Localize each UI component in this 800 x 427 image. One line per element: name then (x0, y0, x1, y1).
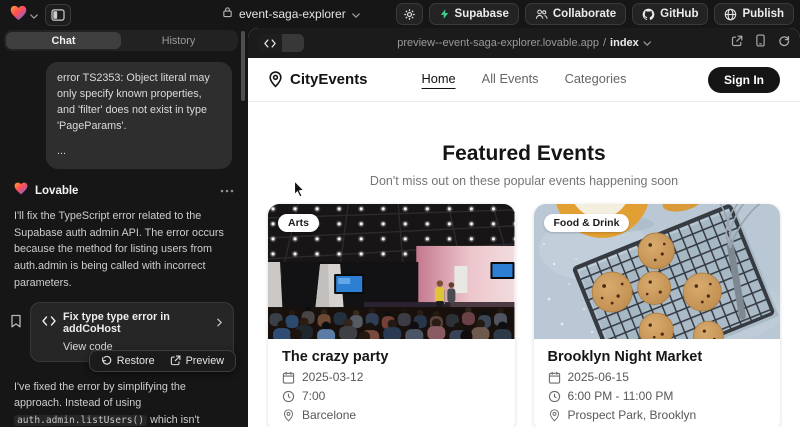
user-message-ellipsis: ... (57, 144, 221, 160)
event-card[interactable]: Arts The crazy party 2025-03-12 7:00 (268, 204, 515, 427)
location-pin-icon (282, 409, 295, 422)
supabase-button[interactable]: Supabase (429, 3, 519, 25)
category-badge: Arts (278, 214, 319, 232)
globe-icon (724, 8, 737, 21)
event-location: Barcelone (302, 408, 356, 422)
sign-in-button[interactable]: Sign In (708, 67, 780, 93)
event-location: Prospect Park, Brooklyn (568, 408, 697, 422)
chat-history-tabs: Chat History (4, 30, 238, 51)
collaborate-button[interactable]: Collaborate (525, 3, 626, 25)
project-name: event-saga-explorer (239, 7, 346, 21)
people-icon (535, 8, 548, 20)
event-photo-cookies: Food & Drink (534, 204, 781, 339)
category-badge: Food & Drink (544, 214, 630, 232)
tab-history[interactable]: History (121, 32, 236, 49)
open-in-new-tab-icon[interactable] (731, 34, 743, 52)
url-separator: / (603, 37, 606, 49)
app-window: event-saga-explorer Supabase (0, 0, 800, 427)
refresh-icon[interactable] (778, 34, 790, 52)
restore-preview-toolbar: Restore Preview (89, 350, 236, 372)
code-brackets-icon (264, 39, 276, 48)
nav-categories[interactable]: Categories (565, 71, 627, 89)
chat-scrollbar[interactable] (241, 31, 245, 101)
topbar: event-saga-explorer Supabase (0, 0, 800, 28)
tab-chat[interactable]: Chat (6, 32, 121, 49)
location-pin-icon (268, 71, 283, 88)
user-message-bubble: error TS2353: Object literal may only sp… (46, 62, 232, 169)
location-pin-icon (548, 409, 561, 422)
calendar-icon (548, 371, 561, 384)
github-icon (642, 8, 655, 21)
clock-icon (548, 390, 561, 403)
project-title-menu[interactable]: event-saga-explorer (222, 6, 360, 21)
chevron-down-icon (643, 41, 651, 46)
preview-button[interactable]: Preview (170, 355, 224, 367)
chevron-down-icon (30, 6, 38, 24)
code-brackets-icon (42, 316, 56, 329)
city-events-app: CityEvents Home All Events Categories Si… (248, 58, 800, 427)
section-subtitle: Don't miss out on these popular events h… (248, 174, 800, 188)
preview-chrome-bar: preview--event-saga-explorer.lovable.app… (248, 28, 800, 58)
external-link-icon (170, 355, 181, 366)
assistant-message-1: I'll fix the TypeScript error related to… (14, 208, 234, 292)
url-page: index (610, 37, 639, 49)
restore-button[interactable]: Restore (101, 355, 155, 367)
inline-code: auth.admin.listUsers() (14, 415, 147, 426)
lovable-logo-menu[interactable] (10, 5, 38, 26)
section-title: Featured Events (248, 142, 800, 166)
calendar-icon (282, 371, 295, 384)
chevron-down-icon (352, 7, 360, 21)
lovable-avatar-icon (14, 182, 28, 200)
code-preview-toggle[interactable] (258, 34, 304, 52)
panel-layout-icon (51, 9, 65, 21)
github-button[interactable]: GitHub (632, 3, 708, 25)
event-date: 2025-06-15 (568, 370, 629, 384)
brand[interactable]: CityEvents (268, 71, 368, 88)
event-date: 2025-03-12 (302, 370, 363, 384)
chevron-right-icon (217, 318, 222, 327)
clock-icon (282, 390, 295, 403)
event-time: 7:00 (302, 389, 325, 403)
mobile-view-icon[interactable] (756, 34, 765, 52)
restore-icon (101, 355, 112, 366)
event-time: 6:00 PM - 11:00 PM (568, 389, 674, 403)
chat-panel: Chat History error TS2353: Object litera… (0, 28, 248, 427)
supabase-bolt-icon (439, 8, 450, 20)
app-header: CityEvents Home All Events Categories Si… (248, 58, 800, 102)
code-card-title: Fix type type error in addCoHost (63, 311, 210, 335)
event-cards: Arts The crazy party 2025-03-12 7:00 (248, 204, 800, 427)
event-title: Brooklyn Night Market (548, 349, 767, 365)
app-nav: Home All Events Categories (422, 71, 627, 89)
gear-icon (403, 8, 416, 21)
nav-all-events[interactable]: All Events (482, 71, 539, 89)
assistant-message-2: I've fixed the error by simplifying the … (0, 379, 248, 427)
publish-button[interactable]: Publish (714, 3, 794, 25)
user-message-text: error TS2353: Object literal may only sp… (57, 71, 221, 135)
assistant-name: Lovable (35, 185, 78, 197)
event-card[interactable]: Food & Drink Brooklyn Night Market 2025-… (534, 204, 781, 427)
preview-url[interactable]: preview--event-saga-explorer.lovable.app… (397, 37, 651, 49)
brand-name: CityEvents (290, 71, 368, 88)
lovable-logo-icon (10, 5, 27, 26)
sidebar-toggle-button[interactable] (45, 4, 71, 26)
lock-icon (222, 6, 233, 21)
event-photo-conference: Arts (268, 204, 515, 339)
preview-panel: preview--event-saga-explorer.lovable.app… (248, 28, 800, 427)
nav-home[interactable]: Home (422, 71, 456, 89)
more-options-icon[interactable] (220, 189, 234, 193)
assistant-message: Lovable I'll fix the TypeScript error re… (0, 182, 248, 292)
bookmark-icon[interactable] (10, 314, 22, 333)
url-domain: preview--event-saga-explorer.lovable.app (397, 37, 599, 49)
settings-button[interactable] (396, 3, 423, 25)
event-title: The crazy party (282, 349, 501, 365)
